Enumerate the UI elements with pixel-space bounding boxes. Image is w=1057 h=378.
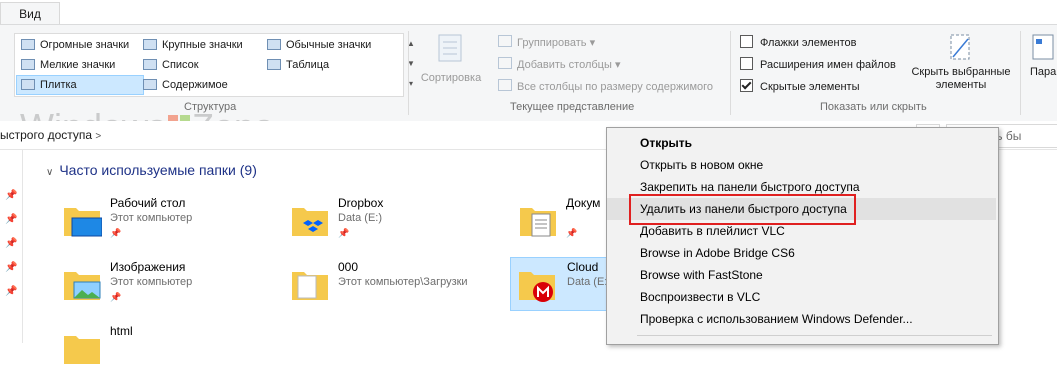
group-by-icon — [498, 35, 512, 47]
layout-details[interactable]: Таблица — [267, 56, 329, 74]
pinned-icon: 📌 — [338, 228, 350, 238]
hidden-items-checkbox[interactable] — [740, 79, 753, 92]
pin-icon: 📌 — [5, 238, 18, 249]
menu-item-open-new-window[interactable]: Открыть в новом окне — [607, 154, 996, 176]
folder-tile-cloud[interactable]: Cloud Data (E: — [510, 257, 608, 311]
layout-content[interactable]: Содержимое — [143, 76, 228, 94]
layout-medium-icons[interactable]: Обычные значки — [267, 36, 371, 54]
documents-folder-icon — [520, 208, 556, 237]
frequent-folders-header[interactable]: ∨ Часто используемые папки (9) — [46, 162, 257, 178]
dropdown-arrow-icon: ▾ — [614, 59, 621, 71]
pictures-folder-icon — [64, 272, 101, 300]
layout-large-icons[interactable]: Крупные значки — [143, 36, 243, 54]
chevron-down-icon: ∨ — [46, 167, 54, 178]
pinned-icon: 📌 — [566, 228, 578, 238]
hide-selected-items-button[interactable]: Скрыть выбранные элементы — [906, 33, 1016, 95]
file-extensions-checkbox[interactable] — [740, 57, 753, 70]
medium-icons-icon — [267, 39, 281, 50]
add-columns-icon — [498, 57, 512, 69]
small-icons-icon — [21, 59, 35, 70]
item-checkboxes-toggle[interactable]: Флажки элементов — [740, 35, 856, 49]
sort-by-button[interactable]: Сортировка — [420, 33, 482, 93]
mega-folder-icon — [519, 272, 555, 302]
layout-gallery: Огромные значки Крупные значки Обычные з… — [14, 33, 415, 97]
add-columns-button[interactable]: Добавить столбцы ▾ — [498, 57, 620, 71]
pin-icon: 📌 — [5, 190, 18, 201]
ribbon-divider — [1020, 31, 1021, 115]
gallery-scroll-up-icon[interactable]: ▲ — [405, 34, 417, 54]
highlight-annotation — [629, 194, 856, 225]
pinned-icon: 📌 — [110, 228, 122, 238]
pinned-icon: 📌 — [110, 292, 122, 302]
pin-icon: 📌 — [5, 262, 18, 273]
breadcrumb-separator-icon: > — [95, 131, 102, 142]
folder-icon — [292, 272, 328, 300]
pin-icon: 📌 — [5, 286, 18, 297]
ribbon-tab-bar: Вид — [0, 0, 1057, 25]
gallery-expand-icon[interactable]: ▾ — [405, 74, 417, 94]
desktop-folder-icon — [64, 208, 102, 237]
layout-list[interactable]: Список — [143, 56, 199, 74]
folder-tile-documents[interactable]: Докум 📌 — [518, 194, 606, 250]
details-icon — [267, 59, 281, 70]
ribbon-divider — [408, 31, 409, 115]
layout-tiles[interactable]: Плитка — [16, 75, 144, 95]
menu-separator — [637, 335, 992, 336]
folder-tile-html[interactable]: html — [62, 322, 212, 378]
menu-item-faststone[interactable]: Browse with FastStone — [607, 264, 996, 286]
folder-tile-000[interactable]: 000 Этот компьютер\Загрузки — [290, 258, 500, 314]
show-hide-group-label: Показать или скрыть — [820, 101, 927, 113]
folder-tile-dropbox[interactable]: Dropbox Data (E:) 📌 — [290, 194, 440, 250]
menu-item-play-vlc[interactable]: Воспроизвести в VLC — [607, 286, 996, 308]
tab-view[interactable]: Вид — [0, 2, 60, 25]
folder-tile-pictures[interactable]: Изображения Этот компьютер 📌 — [62, 258, 212, 314]
content-icon — [143, 79, 157, 90]
layout-extra-large-icons[interactable]: Огромные значки — [21, 36, 129, 54]
hide-selected-icon — [950, 34, 970, 60]
extra-large-icons-icon — [21, 39, 35, 50]
menu-item-windows-defender[interactable]: Проверка с использованием Windows Defend… — [607, 308, 996, 330]
hidden-items-toggle[interactable]: Скрытые элементы — [740, 79, 860, 93]
gallery-scroll-down-icon[interactable]: ▼ — [405, 54, 417, 74]
tiles-icon — [21, 79, 35, 90]
folder-icon — [64, 336, 100, 364]
menu-item-adobe-bridge[interactable]: Browse in Adobe Bridge CS6 — [607, 242, 996, 264]
fit-columns-button[interactable]: Все столбцы по размеру содержимого — [498, 79, 713, 93]
options-button[interactable]: Пара — [1030, 33, 1057, 95]
group-by-button[interactable]: Группировать ▾ — [498, 35, 595, 49]
menu-item-open[interactable]: Открыть — [607, 132, 996, 154]
layout-small-icons[interactable]: Мелкие значки — [21, 56, 115, 74]
pin-icon: 📌 — [5, 214, 18, 225]
ribbon-divider — [730, 31, 731, 115]
dropbox-folder-icon — [292, 208, 328, 236]
item-checkboxes-checkbox[interactable] — [740, 35, 753, 48]
fit-columns-icon — [498, 79, 512, 91]
folder-tile-desktop[interactable]: Рабочий стол Этот компьютер 📌 — [62, 194, 212, 250]
address-bar[interactable]: ыстрого доступа > — [0, 124, 101, 146]
list-icon — [143, 59, 157, 70]
options-icon — [1032, 34, 1054, 60]
dropdown-arrow-icon: ▾ — [589, 37, 596, 49]
navigation-pane: 📌 📌 📌 📌 📌 — [0, 150, 23, 343]
context-menu: Открыть Открыть в новом окне Закрепить н… — [606, 127, 999, 345]
current-view-group-label: Текущее представление — [510, 101, 635, 113]
large-icons-icon — [143, 39, 157, 50]
sort-icon — [438, 34, 462, 62]
file-extensions-toggle[interactable]: Расширения имен файлов — [740, 57, 896, 71]
